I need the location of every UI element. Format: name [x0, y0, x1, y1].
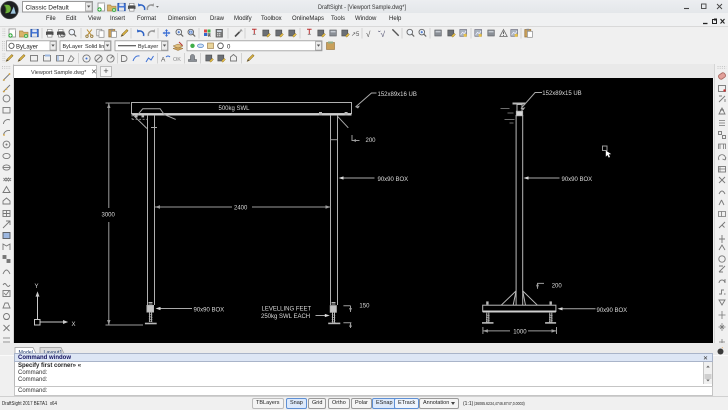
svg-text:LEVELLING FEET: LEVELLING FEET — [262, 307, 312, 313]
svg-text:OK: OK — [173, 57, 181, 63]
svg-text:150: 150 — [359, 304, 370, 310]
svg-text:√: √ — [366, 30, 371, 39]
svg-text:↗5: ↗5 — [351, 32, 360, 38]
svg-text:Classic Default: Classic Default — [26, 5, 70, 12]
svg-text:3000: 3000 — [102, 213, 116, 219]
svg-text:Y: Y — [35, 284, 39, 290]
svg-text:90x90 BOX: 90x90 BOX — [194, 308, 225, 314]
svg-text:152x89x16 UB: 152x89x16 UB — [378, 92, 417, 98]
svg-text:90x90 BOX: 90x90 BOX — [597, 308, 628, 314]
svg-text:152x89x15 UB: 152x89x15 UB — [542, 91, 581, 97]
svg-text:250kg SWL EACH: 250kg SWL EACH — [261, 314, 310, 320]
svg-text:X: X — [72, 322, 76, 328]
svg-text:A: A — [161, 57, 166, 64]
svg-text:200: 200 — [552, 284, 563, 290]
svg-text:1000: 1000 — [513, 330, 527, 336]
svg-text:ˇ√: ˇ√ — [378, 30, 386, 39]
svg-text:500kg SWL: 500kg SWL — [219, 106, 251, 112]
svg-text:90x90 BOX: 90x90 BOX — [562, 177, 593, 183]
svg-text:2400: 2400 — [234, 206, 248, 212]
svg-text:DraftSight - [Viewport Sample.: DraftSight - [Viewport Sample.dwg*] — [318, 4, 406, 11]
svg-text:90x90 BOX: 90x90 BOX — [378, 177, 409, 183]
svg-text:200: 200 — [366, 138, 377, 144]
